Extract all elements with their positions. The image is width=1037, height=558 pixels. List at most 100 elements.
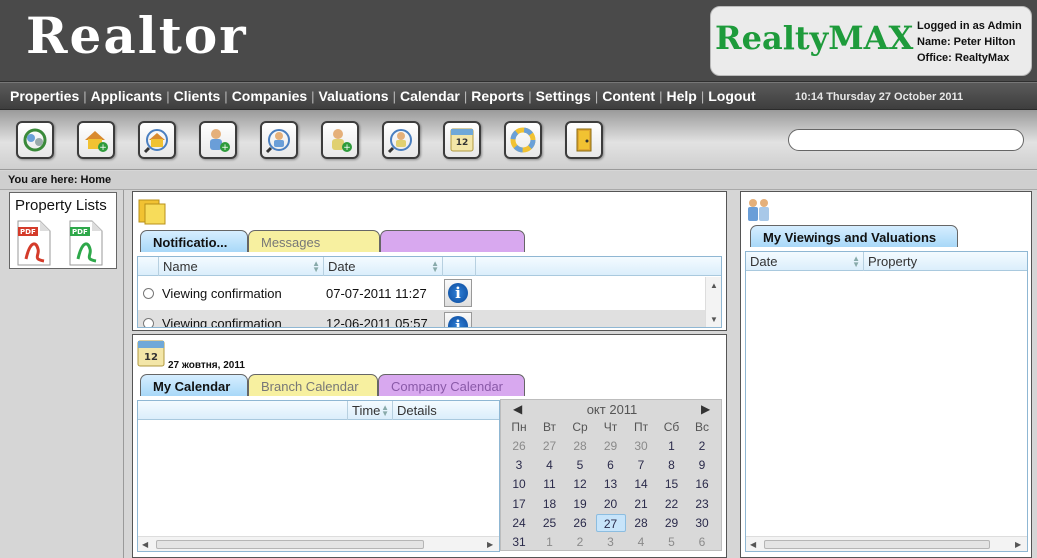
calendar-day[interactable]: 1 [535, 533, 565, 551]
calendar-day[interactable]: 28 [565, 437, 595, 455]
row-select-radio[interactable] [143, 288, 154, 299]
tab-branch-calendar[interactable]: Branch Calendar [248, 374, 378, 396]
global-search-input[interactable] [788, 129, 1024, 151]
calendar-day[interactable]: 13 [596, 475, 626, 493]
horizontal-scrollbar[interactable]: ◀ ▶ [746, 536, 1027, 551]
calendar-day[interactable]: 9 [687, 456, 717, 474]
calendar-day[interactable]: 6 [596, 456, 626, 474]
calendar-day[interactable]: 23 [687, 495, 717, 513]
tab-my-calendar[interactable]: My Calendar [140, 374, 248, 396]
add-applicant-button[interactable]: + [199, 121, 237, 159]
calendar-day[interactable]: 14 [626, 475, 656, 493]
menu-content[interactable]: Content [598, 88, 659, 104]
menu-help[interactable]: Help [662, 88, 700, 104]
table-row[interactable]: Viewing confirmation 12-06-2011 05:57 i [138, 310, 705, 327]
calendar-day[interactable]: 4 [626, 533, 656, 551]
calendar-day[interactable]: 1 [657, 437, 687, 455]
scroll-up-icon[interactable]: ▲ [710, 281, 718, 290]
vertical-scrollbar[interactable]: ▲ ▼ [705, 277, 721, 327]
calendar-day[interactable]: 31 [504, 533, 534, 551]
add-property-button[interactable]: + [77, 121, 115, 159]
menu-calendar[interactable]: Calendar [396, 88, 464, 104]
calendar-day[interactable]: 24 [504, 514, 534, 532]
calendar-day[interactable]: 18 [535, 495, 565, 513]
calendar-day[interactable]: 19 [565, 495, 595, 513]
calendar-day[interactable]: 4 [535, 456, 565, 474]
calendar-day[interactable]: 3 [504, 456, 534, 474]
col-date[interactable]: Date ▲ ▼ [324, 257, 443, 276]
col-details[interactable]: Details [393, 401, 499, 420]
col-property[interactable]: Property [864, 252, 1027, 271]
pdf-green-icon[interactable]: PDF [68, 219, 104, 267]
tab-third[interactable] [380, 230, 525, 252]
help-ring-button[interactable] [504, 121, 542, 159]
calendar-day[interactable]: 27 [595, 513, 626, 532]
menu-logout[interactable]: Logout [704, 88, 759, 104]
calendar-day[interactable]: 8 [657, 456, 687, 474]
calendar-day[interactable]: 20 [596, 495, 626, 513]
calendar-day[interactable]: 30 [626, 437, 656, 455]
menu-valuations[interactable]: Valuations [315, 88, 393, 104]
calendar-day[interactable]: 6 [687, 533, 717, 551]
tab-company-calendar[interactable]: Company Calendar [378, 374, 525, 396]
scroll-left-icon[interactable]: ◀ [142, 540, 148, 549]
calendar-day[interactable]: 27 [535, 437, 565, 455]
search-applicant-icon [265, 129, 290, 154]
col-date[interactable]: Date ▲ ▼ [746, 252, 864, 271]
scroll-right-icon[interactable]: ▶ [487, 540, 493, 549]
menu-companies[interactable]: Companies [228, 88, 311, 104]
col-time[interactable]: Time ▲ ▼ [348, 401, 393, 420]
menu-settings[interactable]: Settings [532, 88, 595, 104]
calendar-button[interactable]: 12 [443, 121, 481, 159]
menu-properties[interactable]: Properties [6, 88, 83, 104]
menu-clients[interactable]: Clients [170, 88, 225, 104]
scroll-down-icon[interactable]: ▼ [710, 315, 718, 324]
calendar-day[interactable]: 15 [657, 475, 687, 493]
tab-viewings-valuations[interactable]: My Viewings and Valuations [750, 225, 958, 247]
menu-applicants[interactable]: Applicants [87, 88, 167, 104]
row-select-radio[interactable] [143, 318, 154, 327]
pdf-red-icon[interactable]: PDF [16, 219, 52, 267]
calendar-day[interactable]: 17 [504, 495, 534, 513]
calendar-day[interactable]: 29 [657, 514, 687, 532]
scroll-thumb[interactable] [764, 540, 990, 549]
calendar-day[interactable]: 26 [565, 514, 595, 532]
calendar-day[interactable]: 30 [687, 514, 717, 532]
col-name[interactable]: Name ▲ ▼ [159, 257, 324, 276]
scroll-left-icon[interactable]: ◀ [750, 540, 756, 549]
calendar-day[interactable]: 12 [565, 475, 595, 493]
tab-messages[interactable]: Messages [248, 230, 380, 252]
calendar-day[interactable]: 26 [504, 437, 534, 455]
calendar-day[interactable]: 21 [626, 495, 656, 513]
next-month-icon[interactable]: ▶ [701, 402, 710, 416]
calendar-day[interactable]: 3 [596, 533, 626, 551]
toolbar: + + + 12 [0, 110, 1037, 170]
calendar-day[interactable]: 16 [687, 475, 717, 493]
search-client-button[interactable] [382, 121, 420, 159]
scroll-thumb[interactable] [156, 540, 424, 549]
calendar-day[interactable]: 2 [565, 533, 595, 551]
calendar-day[interactable]: 7 [626, 456, 656, 474]
exit-button[interactable] [565, 121, 603, 159]
calendar-day[interactable]: 25 [535, 514, 565, 532]
sync-button[interactable] [16, 121, 54, 159]
calendar-day[interactable]: 5 [565, 456, 595, 474]
info-button[interactable]: i [444, 279, 472, 307]
scroll-right-icon[interactable]: ▶ [1015, 540, 1021, 549]
calendar-day[interactable]: 29 [596, 437, 626, 455]
calendar-day[interactable]: 11 [535, 475, 565, 493]
add-client-button[interactable]: + [321, 121, 359, 159]
tab-notifications[interactable]: Notificatio... [140, 230, 248, 252]
horizontal-scrollbar[interactable]: ◀ ▶ [138, 536, 499, 551]
menu-reports[interactable]: Reports [467, 88, 528, 104]
calendar-day[interactable]: 10 [504, 475, 534, 493]
svg-text:12: 12 [456, 138, 469, 148]
search-applicant-button[interactable] [260, 121, 298, 159]
calendar-day[interactable]: 5 [657, 533, 687, 551]
calendar-day[interactable]: 28 [626, 514, 656, 532]
search-property-button[interactable] [138, 121, 176, 159]
calendar-day[interactable]: 2 [687, 437, 717, 455]
info-button[interactable]: i [444, 312, 472, 327]
calendar-day[interactable]: 22 [657, 495, 687, 513]
table-row[interactable]: Viewing confirmation 07-07-2011 11:27 i [138, 277, 705, 310]
